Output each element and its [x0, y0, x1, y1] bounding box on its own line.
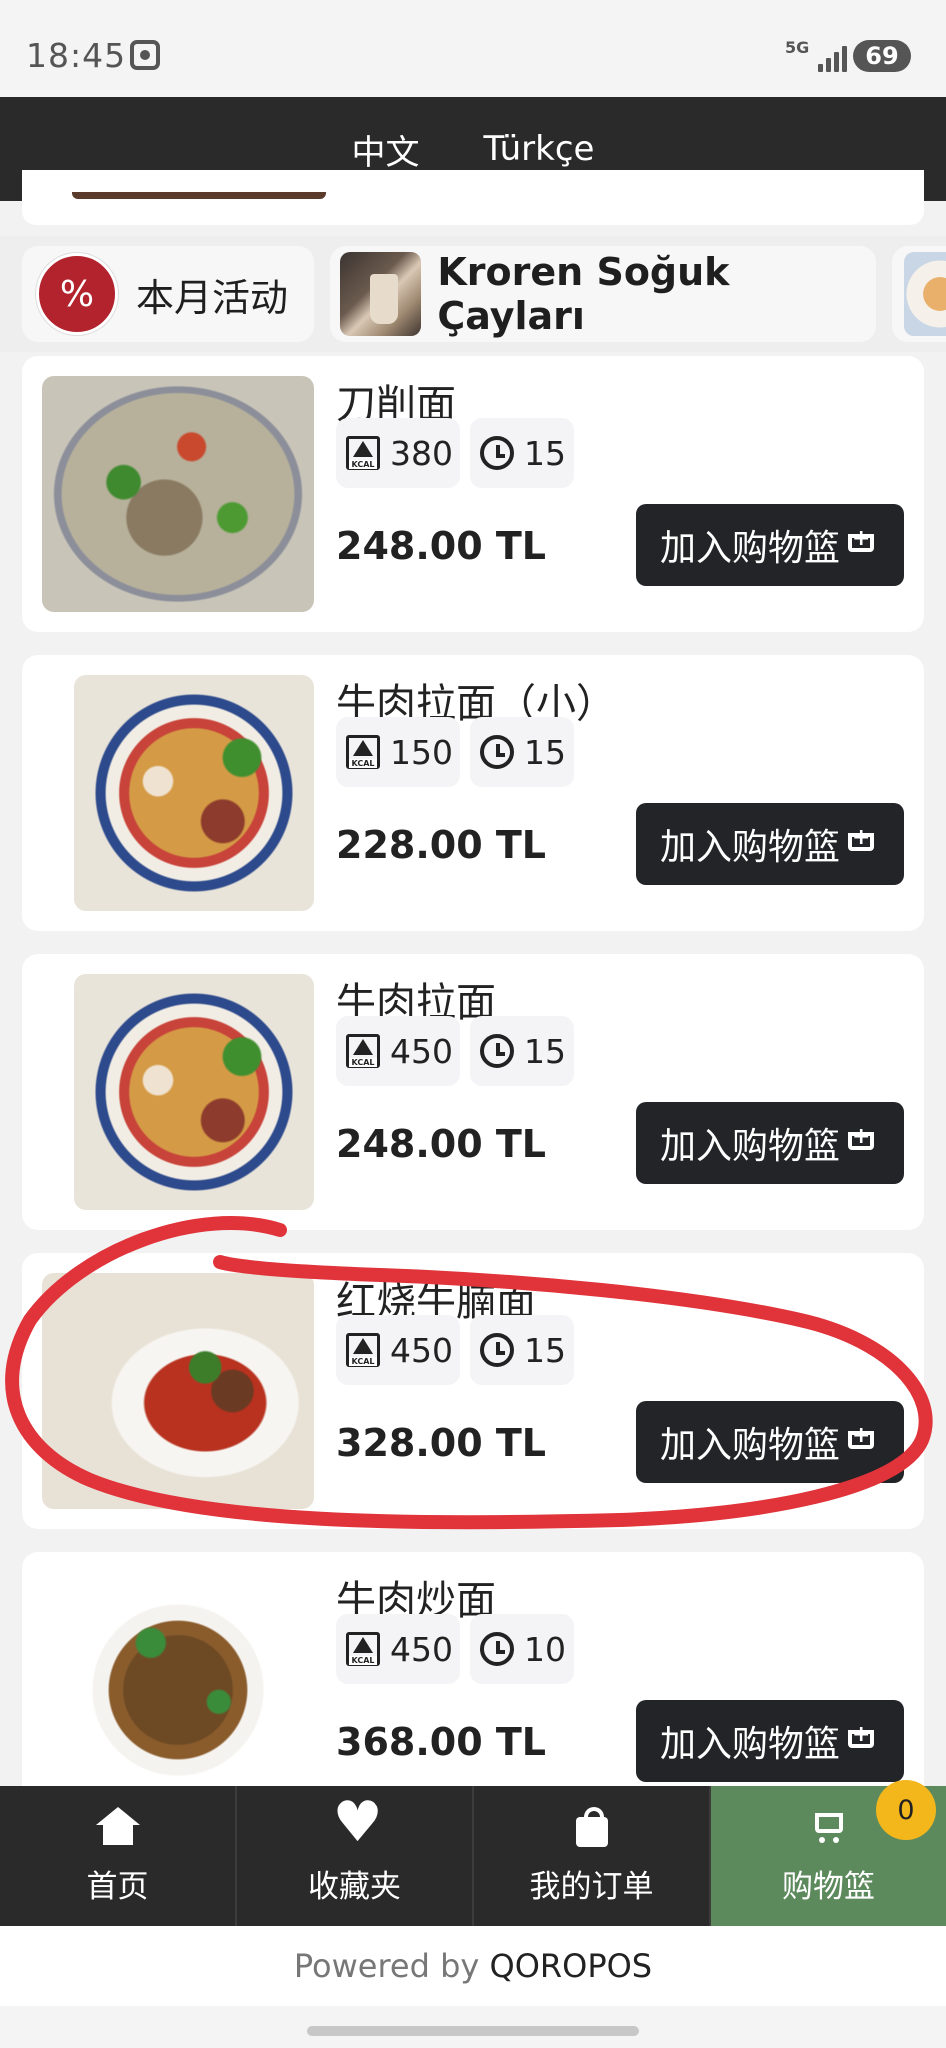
- product-card[interactable]: 牛肉拉面（小） 150 15 228.00 TL 加入购物篮: [22, 655, 924, 931]
- status-time: 18:45: [26, 36, 127, 75]
- status-bar: 18:45 5G 69: [0, 0, 946, 97]
- home-indicator[interactable]: [307, 2026, 639, 2036]
- kcal-icon: [346, 1034, 380, 1068]
- timer-icon: [480, 1333, 514, 1367]
- cart-plus-icon: [844, 1423, 880, 1459]
- category-row: % 本月活动 Kroren Soğuk Çayları: [0, 236, 946, 352]
- add-to-basket-button[interactable]: 加入购物篮: [636, 1102, 904, 1184]
- category-label: Kroren Soğuk Çayları: [437, 250, 730, 338]
- category-thumbnail: [904, 252, 946, 336]
- nav-my-orders[interactable]: 我的订单: [474, 1786, 711, 1926]
- add-to-basket-label: 加入购物篮: [659, 827, 840, 868]
- kcal-value: 450: [390, 1629, 453, 1669]
- timer-icon: [480, 1632, 514, 1666]
- time-badge: 15: [470, 1315, 574, 1385]
- time-value: 15: [524, 1330, 566, 1370]
- network-label: 5G: [785, 38, 810, 57]
- battery-icon: 69: [853, 40, 911, 72]
- nav-home-label: 首页: [86, 1868, 149, 1905]
- kcal-value: 380: [390, 433, 453, 473]
- dish-photo: [42, 1273, 314, 1509]
- kcal-value: 150: [390, 732, 453, 772]
- timer-icon: [480, 735, 514, 769]
- nav-home[interactable]: 首页: [0, 1786, 237, 1926]
- product-price: 248.00 TL: [336, 524, 547, 568]
- time-value: 15: [524, 1031, 566, 1071]
- product-card[interactable]: 红烧牛腩面 450 15 328.00 TL 加入购物篮: [22, 1253, 924, 1529]
- kcal-badge: 450: [336, 1016, 460, 1086]
- add-to-basket-label: 加入购物篮: [659, 1724, 840, 1765]
- tea-thumbnail: [340, 252, 422, 336]
- time-value: 15: [524, 433, 566, 473]
- brand-name[interactable]: QOROPOS: [490, 1947, 653, 1985]
- time-badge: 15: [470, 418, 574, 488]
- add-to-basket-label: 加入购物篮: [659, 1126, 840, 1167]
- add-to-basket-button[interactable]: 加入购物篮: [636, 803, 904, 885]
- cart-icon: [807, 1807, 851, 1847]
- language-chinese[interactable]: 中文: [352, 125, 420, 174]
- product-card[interactable]: 牛肉拉面 450 15 248.00 TL 加入购物篮: [22, 954, 924, 1230]
- kcal-icon: [346, 735, 380, 769]
- category-monthly-promo[interactable]: % 本月活动: [22, 246, 314, 342]
- product-price: 368.00 TL: [336, 1720, 547, 1764]
- cart-count-badge: 0: [876, 1780, 936, 1840]
- dish-photo: [42, 376, 314, 612]
- nav-favorites-label: 收藏夹: [308, 1868, 401, 1905]
- time-badge: 15: [470, 1016, 574, 1086]
- cart-plus-icon: [844, 526, 880, 562]
- product-price: 228.00 TL: [336, 823, 547, 867]
- category-cold-tea[interactable]: Kroren Soğuk Çayları: [330, 246, 876, 342]
- nav-basket[interactable]: 购物篮 0: [711, 1780, 946, 1926]
- product-price: 328.00 TL: [336, 1421, 547, 1465]
- bag-icon: [570, 1806, 614, 1847]
- nav-orders-label: 我的订单: [529, 1868, 654, 1905]
- kcal-badge: 450: [336, 1614, 460, 1684]
- add-to-basket-button[interactable]: 加入购物篮: [636, 1700, 904, 1782]
- add-to-basket-button[interactable]: 加入购物篮: [636, 1401, 904, 1483]
- system-nav-area: [0, 2006, 946, 2048]
- kcal-badge: 450: [336, 1315, 460, 1385]
- category-partial[interactable]: [892, 246, 946, 342]
- percent-icon: %: [36, 253, 118, 335]
- language-turkish[interactable]: Türkçe: [484, 129, 595, 169]
- product-price: 248.00 TL: [336, 1122, 547, 1166]
- signal-icon: [818, 42, 850, 72]
- kcal-icon: [346, 1632, 380, 1666]
- time-badge: 15: [470, 717, 574, 787]
- add-to-basket-label: 加入购物篮: [659, 1425, 840, 1466]
- dish-photo: [42, 1572, 314, 1808]
- add-to-basket-button[interactable]: 加入购物篮: [636, 504, 904, 586]
- time-value: 10: [524, 1629, 566, 1669]
- dish-photo: [74, 974, 314, 1210]
- home-icon: [95, 1806, 140, 1847]
- bottom-nav: 首页 收藏夹 我的订单 购物篮 0: [0, 1780, 946, 1926]
- category-label: 本月活动: [136, 275, 289, 320]
- nav-basket-label: 购物篮: [782, 1868, 875, 1905]
- partial-product-image: [72, 192, 326, 199]
- screenshot-icon: [130, 40, 160, 70]
- time-badge: 10: [470, 1614, 574, 1684]
- cart-plus-icon: [844, 1124, 880, 1160]
- product-card[interactable]: 刀削面 380 15 248.00 TL 加入购物篮: [22, 356, 924, 632]
- kcal-badge: 380: [336, 418, 460, 488]
- heart-icon: [333, 1793, 383, 1853]
- timer-icon: [480, 1034, 514, 1068]
- partial-product-card: [22, 170, 924, 225]
- kcal-badge: 150: [336, 717, 460, 787]
- nav-favorites[interactable]: 收藏夹: [237, 1786, 474, 1926]
- footer: Powered by QOROPOS: [0, 1926, 946, 2006]
- time-value: 15: [524, 732, 566, 772]
- powered-by-text: Powered by: [293, 1947, 480, 1985]
- kcal-icon: [346, 436, 380, 470]
- cart-plus-icon: [844, 825, 880, 861]
- cart-plus-icon: [844, 1722, 880, 1758]
- kcal-icon: [346, 1333, 380, 1367]
- kcal-value: 450: [390, 1031, 453, 1071]
- dish-photo: [74, 675, 314, 911]
- timer-icon: [480, 436, 514, 470]
- kcal-value: 450: [390, 1330, 453, 1370]
- add-to-basket-label: 加入购物篮: [659, 528, 840, 569]
